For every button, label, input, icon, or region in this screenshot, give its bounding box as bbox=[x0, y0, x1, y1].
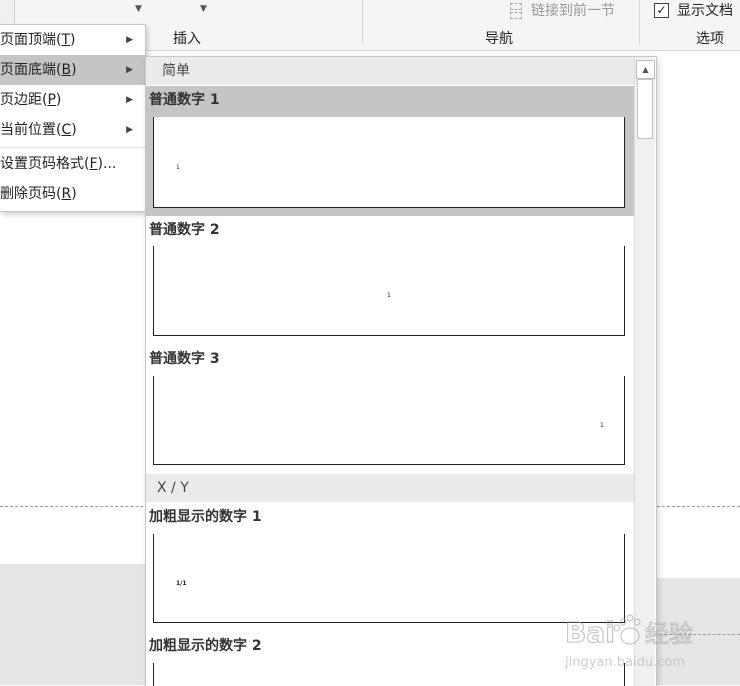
group-label-navigation: 导航 bbox=[485, 31, 513, 47]
gallery-item-label: 普通数字 1 bbox=[149, 92, 220, 108]
menu-item-format-page-numbers[interactable]: 设置页码格式(F)... bbox=[0, 149, 145, 179]
menu-item-label-tail: )... bbox=[97, 156, 117, 172]
gallery-item-preview: 1 bbox=[153, 246, 625, 336]
menu-item-label: 页面顶端( bbox=[0, 32, 62, 48]
submenu-arrow-icon: ▶ bbox=[126, 95, 133, 105]
scrollbar-thumb[interactable] bbox=[637, 79, 653, 139]
page-gap bbox=[0, 564, 148, 685]
menu-item-bottom-of-page[interactable]: 页面底端(B) ▶ bbox=[0, 55, 145, 85]
gallery-scrollbar[interactable]: ▲ bbox=[634, 57, 655, 686]
page-number-preview: 1 bbox=[600, 422, 604, 429]
gallery-item-label: 加粗显示的数字 1 bbox=[149, 509, 262, 525]
page-number-gallery: 简单 普通数字 1 1 普通数字 2 1 普通数字 3 1 X / Y 加粗显示… bbox=[145, 56, 657, 686]
menu-item-remove-page-numbers[interactable]: 删除页码(R) bbox=[0, 179, 145, 209]
group-divider bbox=[362, 0, 363, 44]
chevron-down-icon[interactable]: ▼ bbox=[200, 4, 207, 14]
gallery-category-header: 简单 bbox=[146, 57, 634, 85]
page-number-preview: 1 bbox=[176, 164, 180, 171]
menu-accelerator-key: T bbox=[61, 32, 71, 48]
group-label-insert: 插入 bbox=[173, 31, 201, 47]
menu-separator bbox=[0, 147, 145, 148]
group-label-options: 选项 bbox=[696, 31, 724, 47]
menu-item-label-tail: ) bbox=[71, 122, 77, 138]
menu-item-label: 删除页码( bbox=[0, 186, 62, 202]
gallery-item-preview: 1/1 bbox=[153, 534, 625, 623]
svg-text:Bai: Bai bbox=[565, 616, 615, 649]
page-number-preview: 1/1 bbox=[176, 580, 187, 587]
gallery-item-bold-number-1[interactable]: 加粗显示的数字 1 1/1 bbox=[146, 503, 634, 633]
menu-item-label-tail: ) bbox=[70, 32, 76, 48]
checkbox-checked-icon[interactable]: ✓ bbox=[654, 2, 669, 18]
menu-accelerator-key: P bbox=[47, 92, 56, 108]
chevron-down-icon[interactable]: ▼ bbox=[135, 4, 142, 14]
menu-item-label-tail: ) bbox=[71, 62, 77, 78]
menu-item-page-margins[interactable]: 页边距(P) ▶ bbox=[0, 85, 145, 115]
gallery-item-preview bbox=[153, 663, 625, 686]
baidu-paw-icon: Bai 经验 jingyan.baidu.com bbox=[564, 614, 694, 670]
submenu-arrow-icon: ▶ bbox=[126, 125, 133, 135]
gallery-item-preview: 1 bbox=[153, 376, 625, 465]
link-to-previous-button[interactable]: 链接到前一节 bbox=[507, 0, 615, 20]
menu-item-label: 页边距( bbox=[0, 92, 48, 108]
gallery-category-header: X / Y bbox=[146, 474, 634, 502]
menu-accelerator-key: C bbox=[61, 122, 72, 138]
menu-item-label: 当前位置( bbox=[0, 122, 62, 138]
menu-item-label-tail: ) bbox=[71, 186, 77, 202]
gallery-item-label: 普通数字 3 bbox=[149, 351, 220, 367]
show-document-checkbox[interactable]: ✓ 显示文档 bbox=[654, 0, 733, 20]
menu-accelerator-key: B bbox=[61, 62, 72, 78]
gallery-item-preview: 1 bbox=[153, 117, 625, 208]
baidu-jingyan-watermark: Bai 经验 jingyan.baidu.com bbox=[564, 608, 735, 678]
category-label: 简单 bbox=[162, 63, 190, 79]
gallery-item-bold-number-2[interactable]: 加粗显示的数字 2 bbox=[146, 633, 634, 686]
submenu-arrow-icon: ▶ bbox=[126, 35, 133, 45]
page-number-menu: 页面顶端(T) ▶ 页面底端(B) ▶ 页边距(P) ▶ 当前位置(C) ▶ 设… bbox=[0, 24, 146, 212]
menu-item-label: 页面底端( bbox=[0, 62, 62, 78]
gallery-item-plain-number-3[interactable]: 普通数字 3 1 bbox=[146, 345, 634, 474]
menu-accelerator-key: F bbox=[89, 156, 98, 172]
link-previous-icon bbox=[507, 1, 523, 19]
svg-text:经验: 经验 bbox=[645, 620, 693, 648]
gallery-item-plain-number-1[interactable]: 普通数字 1 1 bbox=[146, 86, 634, 216]
menu-item-current-position[interactable]: 当前位置(C) ▶ bbox=[0, 115, 145, 145]
gallery-item-label: 加粗显示的数字 2 bbox=[149, 638, 262, 654]
page-number-preview: 1 bbox=[387, 292, 391, 299]
link-to-previous-label: 链接到前一节 bbox=[531, 3, 615, 19]
menu-item-label-tail: ) bbox=[55, 92, 62, 108]
menu-accelerator-key: R bbox=[61, 186, 72, 202]
submenu-arrow-icon: ▶ bbox=[126, 65, 133, 75]
menu-item-top-of-page[interactable]: 页面顶端(T) ▶ bbox=[0, 25, 145, 55]
group-divider bbox=[639, 0, 640, 44]
ribbon-left-button[interactable] bbox=[0, 0, 15, 24]
scroll-up-arrow-icon[interactable]: ▲ bbox=[636, 60, 655, 79]
show-document-label: 显示文档 bbox=[677, 3, 733, 19]
category-label: X / Y bbox=[157, 480, 189, 496]
gallery-item-label: 普通数字 2 bbox=[149, 222, 220, 238]
gallery-item-plain-number-2[interactable]: 普通数字 2 1 bbox=[146, 216, 634, 346]
menu-item-label: 设置页码格式( bbox=[0, 156, 90, 172]
svg-text:jingyan.baidu.com: jingyan.baidu.com bbox=[565, 655, 685, 670]
